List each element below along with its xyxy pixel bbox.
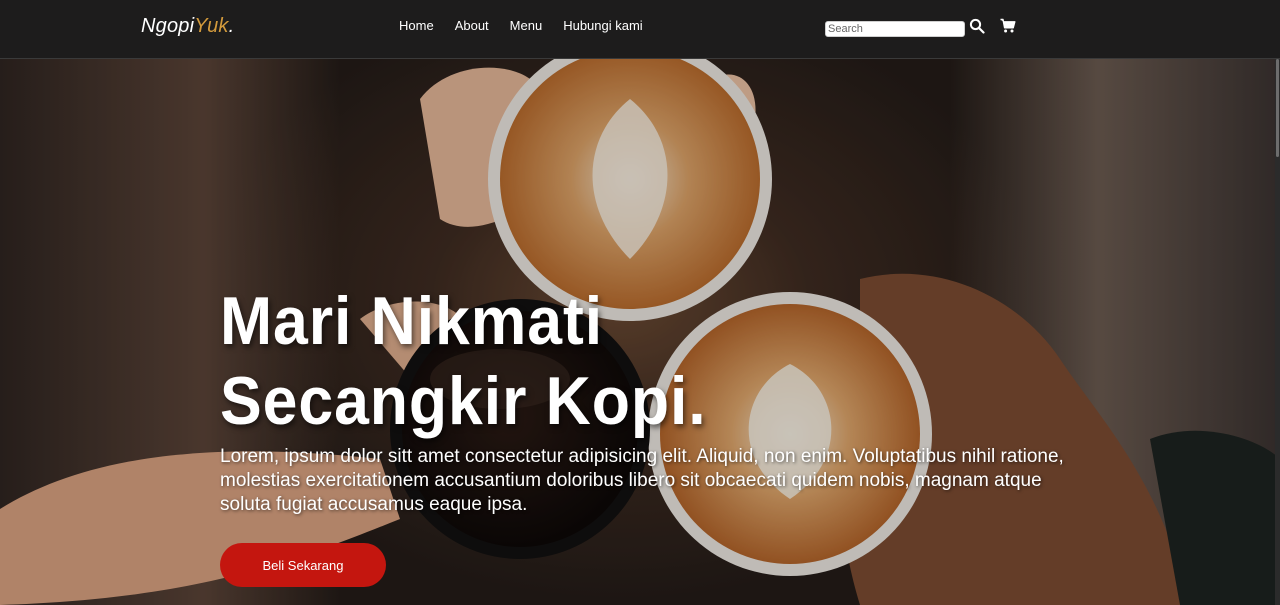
scrollbar-thumb[interactable] [1276, 59, 1279, 157]
hero-section: Mari Nikmati Secangkir Kopi. Lorem, ipsu… [0, 59, 1280, 605]
hero-description: Lorem, ipsum dolor sitt amet consectetur… [220, 446, 1064, 515]
navbar: NgopiYuk. Home About Menu Hubungi kami [0, 0, 1280, 59]
nav-link-menu[interactable]: Menu [510, 18, 543, 33]
nav-link-home[interactable]: Home [399, 18, 434, 33]
buy-now-button[interactable]: Beli Sekarang [220, 543, 386, 587]
search-input[interactable] [825, 21, 965, 37]
hero-title: Mari Nikmati Secangkir Kopi. [220, 283, 707, 439]
hero-content: Mari Nikmati Secangkir Kopi. Lorem, ipsu… [220, 281, 1080, 587]
nav-links: Home About Menu Hubungi kami [399, 18, 664, 33]
search-form [825, 19, 965, 37]
brand-logo[interactable]: NgopiYuk. [141, 15, 234, 38]
logo-accent: Yuk [194, 15, 229, 37]
search-icon[interactable] [969, 18, 985, 34]
logo-dot: . [228, 15, 235, 37]
page-scrollbar[interactable] [1275, 59, 1280, 605]
nav-link-about[interactable]: About [455, 18, 489, 33]
logo-main: Ngopi [141, 15, 195, 37]
shopping-cart-icon[interactable] [1000, 18, 1016, 34]
nav-link-contact[interactable]: Hubungi kami [563, 18, 643, 33]
